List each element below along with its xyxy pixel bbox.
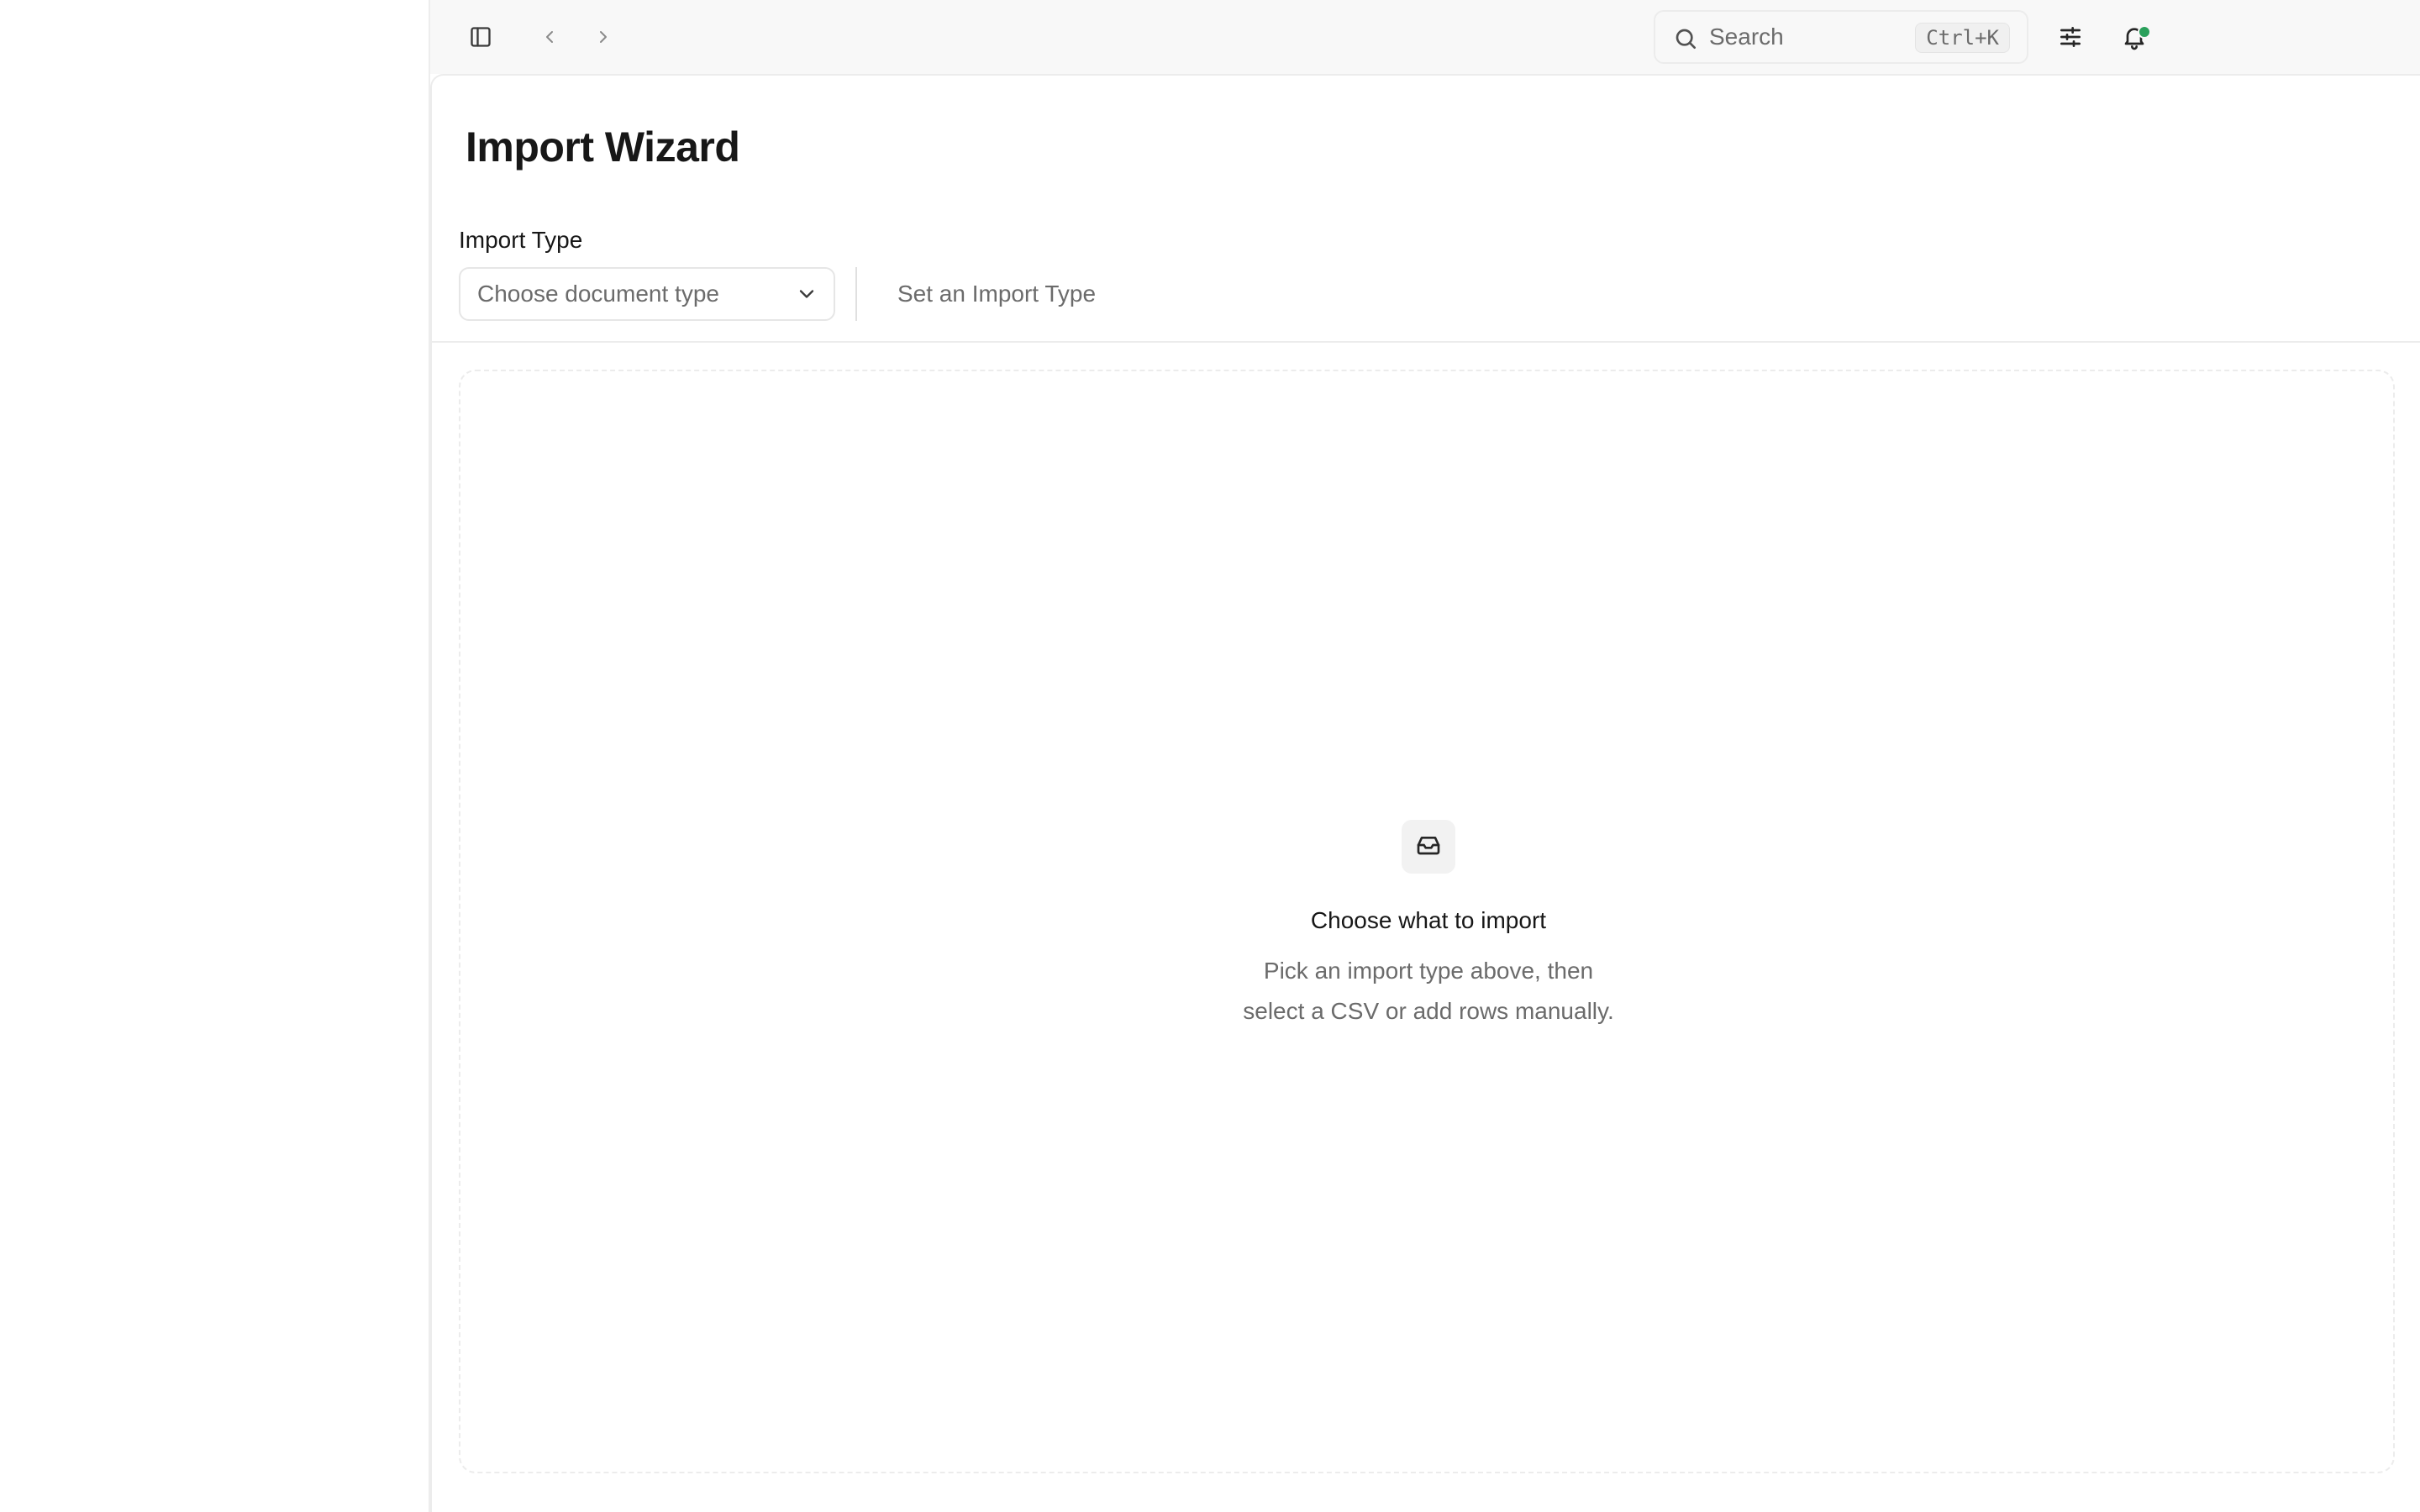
main-panel: Import Wizard Import Type Choose documen… — [430, 74, 2420, 1512]
topbar: Search Ctrl+K — [430, 0, 2420, 74]
empty-state-title: Choose what to import — [1310, 907, 1547, 933]
sidebar — [0, 0, 430, 1512]
chevron-left-icon — [539, 27, 560, 47]
filters-button[interactable] — [2052, 18, 2089, 55]
empty-state-description-line: Pick an import type above, then — [1263, 958, 1594, 984]
empty-state-description-line: select a CSV or add rows manually. — [1243, 998, 1614, 1024]
empty-state-icon-container — [1402, 820, 1455, 874]
section-divider — [432, 341, 2420, 343]
back-button[interactable] — [533, 20, 566, 54]
search-button[interactable]: Search Ctrl+K — [1654, 10, 2028, 64]
page-title: Import Wizard — [466, 123, 740, 171]
chevron-right-icon — [593, 27, 613, 47]
inbox-icon — [1415, 832, 1442, 863]
import-type-select[interactable]: Choose document type — [459, 267, 835, 321]
search-label: Search — [1709, 24, 1784, 50]
import-drop-area: Choose what to import Pick an import typ… — [459, 370, 2395, 1473]
sidebar-toggle-button[interactable] — [464, 20, 497, 54]
form-divider — [855, 267, 857, 321]
import-type-select-placeholder: Choose document type — [477, 281, 719, 307]
forward-button[interactable] — [587, 20, 620, 54]
search-shortcut-badge: Ctrl+K — [1915, 23, 2010, 53]
search-icon — [1672, 25, 1699, 52]
sidebar-toggle-icon — [469, 25, 492, 49]
notification-dot — [2138, 25, 2151, 39]
sliders-icon — [2057, 24, 2084, 50]
empty-state-description: Pick an import type above, then select a… — [460, 951, 2396, 1032]
chevron-down-icon — [795, 282, 818, 306]
import-status-text: Set an Import Type — [897, 281, 1097, 307]
import-type-label: Import Type — [459, 227, 583, 253]
